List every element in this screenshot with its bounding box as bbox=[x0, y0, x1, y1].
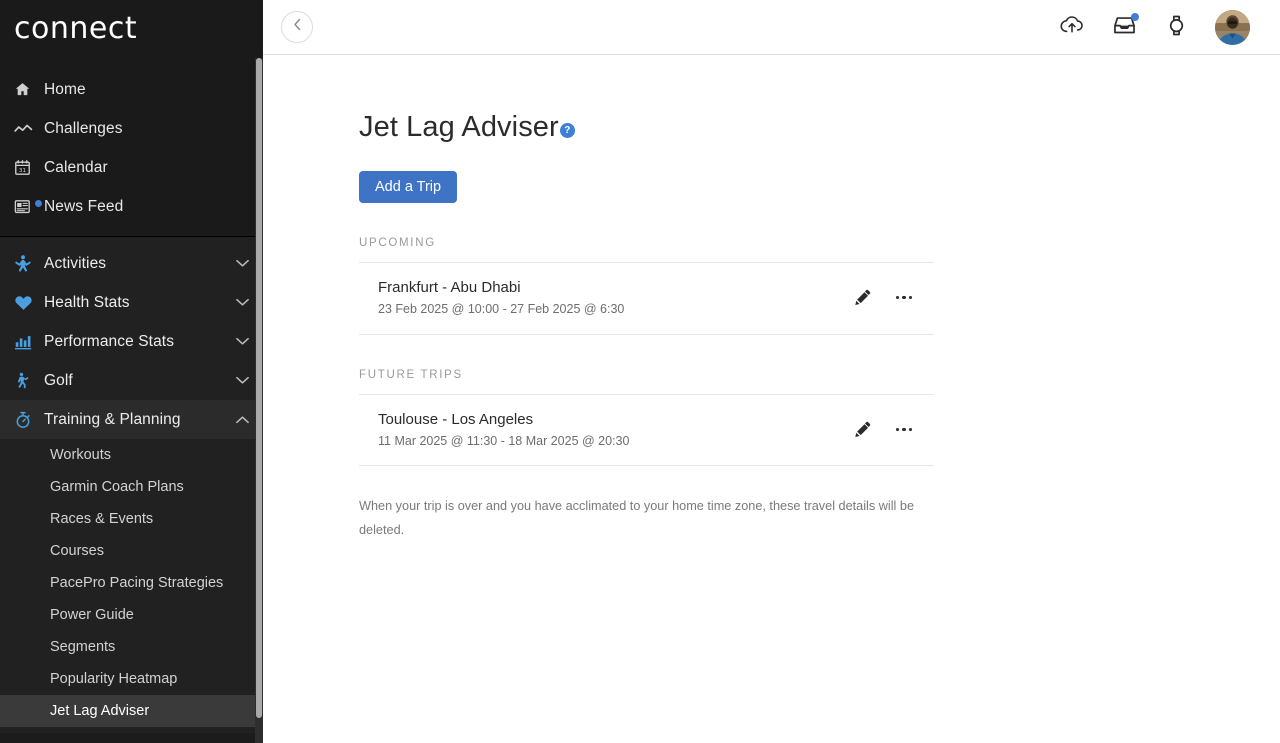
sidebar: connect Home Challenges 31 Calendar News… bbox=[0, 0, 263, 743]
section-heading: UPCOMING bbox=[359, 237, 436, 249]
sidebar-subitem-label: Races & Events bbox=[50, 511, 154, 527]
cloud-upload-icon bbox=[1060, 15, 1084, 39]
svg-text:31: 31 bbox=[19, 168, 27, 174]
trip-row[interactable]: Frankfurt - Abu Dhabi 23 Feb 2025 @ 10:0… bbox=[359, 263, 934, 335]
trip-row[interactable]: Toulouse - Los Angeles 11 Mar 2025 @ 11:… bbox=[359, 395, 934, 466]
section-future-trips: FUTURE TRIPS Toulouse - Los Angeles 11 M… bbox=[359, 368, 934, 466]
sidebar-group-label: Health Stats bbox=[44, 293, 130, 311]
page-title: Jet Lag Adviser bbox=[359, 111, 559, 143]
sidebar-item-challenges[interactable]: Challenges bbox=[0, 109, 263, 148]
inbox-badge bbox=[1131, 13, 1139, 21]
sidebar-group-golf[interactable]: Golf bbox=[0, 361, 263, 400]
topbar-actions bbox=[1059, 9, 1250, 45]
sidebar-group-activities[interactable]: Activities bbox=[0, 244, 263, 283]
trip-title: Frankfurt - Abu Dhabi bbox=[378, 279, 521, 296]
inbox-button[interactable] bbox=[1111, 13, 1139, 40]
section-upcoming: UPCOMING Frankfurt - Abu Dhabi 23 Feb 20… bbox=[359, 237, 934, 335]
sidebar-subitem-label: Segments bbox=[50, 639, 116, 655]
sidebar-subitem-label: Garmin Coach Plans bbox=[50, 479, 184, 495]
sidebar-group-health-stats[interactable]: Health Stats bbox=[0, 283, 263, 322]
avatar[interactable] bbox=[1215, 9, 1250, 45]
sidebar-subitem-label: Jet Lag Adviser bbox=[50, 703, 150, 719]
trip-list: Toulouse - Los Angeles 11 Mar 2025 @ 11:… bbox=[359, 393, 934, 466]
challenges-icon bbox=[14, 122, 44, 136]
sidebar-subitem-label: Workouts bbox=[50, 447, 111, 463]
sidebar-item-news-feed[interactable]: News Feed bbox=[0, 187, 263, 226]
sidebar-group-label: Performance Stats bbox=[44, 332, 175, 350]
sidebar-subitem-garmin-coach-plans[interactable]: Garmin Coach Plans bbox=[0, 471, 263, 503]
chevron-down-icon bbox=[236, 255, 249, 273]
sidebar-subitem-label: PacePro Pacing Strategies bbox=[50, 575, 224, 591]
back-button[interactable] bbox=[281, 11, 313, 43]
sidebar-subitem-label: Popularity Heatmap bbox=[50, 671, 178, 687]
sidebar-subitem-races-and-events[interactable]: Races & Events bbox=[0, 503, 263, 535]
chevron-down-icon bbox=[236, 333, 249, 351]
chevron-up-icon bbox=[236, 411, 249, 429]
calendar-icon: 31 bbox=[14, 159, 44, 176]
sidebar-primary-nav: Home Challenges 31 Calendar News Feed bbox=[0, 58, 263, 236]
sidebar-subitem-label: Power Guide bbox=[50, 607, 134, 623]
app-root: connect Home Challenges 31 Calendar News… bbox=[0, 0, 1280, 743]
kebab-menu-icon[interactable] bbox=[894, 287, 914, 309]
top-bar bbox=[263, 0, 1280, 55]
sidebar-subitem-courses[interactable]: Courses bbox=[0, 535, 263, 567]
page-title-row: Jet Lag Adviser ? bbox=[359, 113, 1280, 142]
page-content: Jet Lag Adviser ? Add a Trip UPCOMING Fr… bbox=[263, 55, 1280, 743]
chevron-down-icon bbox=[236, 372, 249, 390]
sidebar-item-calendar[interactable]: 31 Calendar bbox=[0, 148, 263, 187]
training-subnav: Workouts Garmin Coach Plans Races & Even… bbox=[0, 439, 263, 733]
sidebar-subitem-segments[interactable]: Segments bbox=[0, 631, 263, 663]
trip-actions bbox=[852, 418, 934, 440]
trip-info: Frankfurt - Abu Dhabi 23 Feb 2025 @ 10:0… bbox=[378, 278, 624, 318]
watch-icon bbox=[1169, 14, 1184, 41]
help-icon[interactable]: ? bbox=[559, 123, 575, 138]
main-area: Jet Lag Adviser ? Add a Trip UPCOMING Fr… bbox=[263, 0, 1280, 743]
sidebar-group-label: Activities bbox=[44, 254, 107, 272]
trip-dates: 23 Feb 2025 @ 10:00 - 27 Feb 2025 @ 6:30 bbox=[378, 302, 625, 317]
sidebar-group-training-and-planning[interactable]: Training & Planning bbox=[0, 400, 263, 439]
sidebar-group-performance-stats[interactable]: Performance Stats bbox=[0, 322, 263, 361]
cloud-upload-button[interactable] bbox=[1059, 14, 1085, 40]
sidebar-subitem-pacepro-pacing-strategies[interactable]: PacePro Pacing Strategies bbox=[0, 567, 263, 599]
sidebar-subitem-workouts[interactable]: Workouts bbox=[0, 439, 263, 471]
news-feed-badge bbox=[35, 199, 42, 207]
footnote-text: When your trip is over and you have accl… bbox=[359, 499, 914, 538]
chevron-down-icon bbox=[236, 294, 249, 312]
sidebar-subitem-label: Courses bbox=[50, 543, 104, 559]
home-icon bbox=[14, 81, 44, 98]
trip-title: Toulouse - Los Angeles bbox=[378, 410, 534, 428]
activities-icon bbox=[14, 254, 44, 273]
section-heading: FUTURE TRIPS bbox=[359, 368, 463, 381]
sidebar-item-label: Home bbox=[44, 80, 86, 98]
device-button[interactable] bbox=[1163, 14, 1189, 40]
sidebar-subitem-popularity-heatmap[interactable]: Popularity Heatmap bbox=[0, 663, 263, 695]
add-trip-button[interactable]: Add a Trip bbox=[359, 171, 458, 203]
sidebar-item-label: News Feed bbox=[44, 197, 124, 215]
sidebar-item-label: Challenges bbox=[44, 119, 123, 137]
sidebar-item-home[interactable]: Home bbox=[0, 70, 263, 109]
bar-chart-icon bbox=[14, 333, 44, 350]
pencil-icon[interactable] bbox=[852, 287, 872, 309]
sidebar-secondary-nav: Activities Health Stats Performance Stat… bbox=[0, 237, 263, 733]
golf-icon bbox=[14, 371, 44, 390]
connect-logo: connect bbox=[14, 11, 138, 46]
heart-icon bbox=[14, 294, 44, 311]
kebab-menu-icon[interactable] bbox=[894, 418, 914, 440]
sidebar-item-label: Calendar bbox=[44, 158, 108, 176]
sidebar-scrollbar-thumb[interactable] bbox=[256, 58, 262, 718]
stopwatch-icon bbox=[14, 410, 44, 430]
sidebar-subitem-power-guide[interactable]: Power Guide bbox=[0, 599, 263, 631]
sidebar-subitem-jet-lag-adviser[interactable]: Jet Lag Adviser bbox=[0, 695, 263, 727]
chevron-left-icon bbox=[293, 18, 302, 36]
sidebar-group-label: Training & Planning bbox=[44, 410, 181, 428]
trip-list: Frankfurt - Abu Dhabi 23 Feb 2025 @ 10:0… bbox=[359, 262, 934, 335]
sidebar-group-label: Golf bbox=[44, 371, 73, 389]
pencil-icon[interactable] bbox=[852, 418, 872, 440]
trip-info: Toulouse - Los Angeles 11 Mar 2025 @ 11:… bbox=[378, 410, 629, 450]
brand-header[interactable]: connect bbox=[0, 0, 263, 58]
trip-actions bbox=[852, 287, 934, 309]
sidebar-scrollbar-track[interactable] bbox=[255, 58, 263, 743]
news-feed-icon bbox=[14, 199, 44, 215]
trip-dates: 11 Mar 2025 @ 11:30 - 18 Mar 2025 @ 20:3… bbox=[378, 433, 630, 448]
